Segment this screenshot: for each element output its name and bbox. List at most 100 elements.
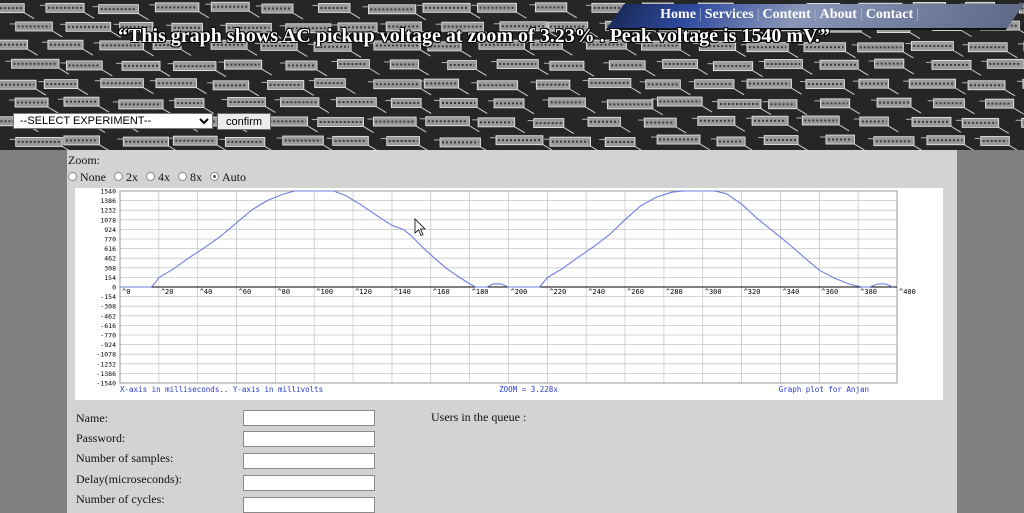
chip-shape bbox=[63, 96, 100, 107]
nav-separator: | bbox=[859, 7, 863, 22]
header-banner: Home | Services | Content | About | Contact | “Th… bbox=[0, 0, 1024, 150]
x-tick-label: ^140 bbox=[394, 288, 411, 296]
y-tick-label: -462 bbox=[100, 312, 116, 320]
cycles-input[interactable] bbox=[243, 497, 375, 513]
nav-separator: | bbox=[916, 7, 919, 22]
x-tick-label: ^320 bbox=[744, 288, 761, 296]
radio-selected-icon[interactable] bbox=[210, 172, 219, 181]
chip-shape bbox=[423, 78, 460, 89]
x-tick-label: ^20 bbox=[161, 288, 174, 296]
confirm-button[interactable]: confirm bbox=[217, 113, 271, 130]
chip-shape bbox=[535, 79, 571, 90]
y-tick-label: 308 bbox=[104, 264, 116, 272]
nav-services-link[interactable]: Services bbox=[705, 7, 754, 22]
cycles-label: Number of cycles: bbox=[76, 492, 165, 506]
radio-icon[interactable] bbox=[178, 172, 187, 181]
zoom-option-4x[interactable]: 4x bbox=[146, 170, 170, 184]
main-panel: Zoom: None 2x 4x 8x Auto 1540 1386 1232 107… bbox=[67, 150, 957, 513]
chip-shape bbox=[43, 79, 79, 90]
zoom-option-8x[interactable]: 8x bbox=[178, 170, 202, 184]
graph-description-headline: “This graph shows AC pickup voltage at z… bbox=[118, 25, 830, 47]
samples-label: Number of samples: bbox=[76, 451, 174, 465]
experiment-select[interactable]: --SELECT EXPERIMENT-- bbox=[13, 113, 213, 129]
name-label: Name: bbox=[76, 411, 108, 425]
y-tick-label: -1540 bbox=[96, 380, 116, 388]
x-tick-label: ^400 bbox=[899, 288, 916, 296]
y-tick-label: 770 bbox=[104, 236, 116, 244]
chip-shape bbox=[645, 79, 681, 90]
chip-shape bbox=[662, 59, 698, 69]
zoom-option-label: Auto bbox=[222, 170, 246, 184]
x-tick-label: ^160 bbox=[433, 288, 450, 296]
chip-shape bbox=[14, 97, 49, 108]
zoom-options: None 2x 4x 8x Auto bbox=[68, 170, 251, 185]
radio-icon[interactable] bbox=[114, 172, 123, 181]
graph-owner-caption: Graph plot for Anjan bbox=[779, 385, 869, 394]
chip-shape bbox=[763, 135, 799, 145]
y-tick-label: -1232 bbox=[96, 360, 116, 368]
y-tick-label: 616 bbox=[104, 245, 116, 253]
x-tick-label: ^280 bbox=[666, 288, 683, 296]
y-tick-label: -616 bbox=[100, 322, 116, 330]
nav-separator: | bbox=[756, 7, 760, 22]
x-tick-label: ^300 bbox=[705, 288, 722, 296]
x-tick-label: ^100 bbox=[316, 288, 333, 296]
zoom-option-2x[interactable]: 2x bbox=[114, 170, 138, 184]
chip-shape bbox=[549, 60, 585, 71]
zoom-label: Zoom: bbox=[68, 153, 100, 167]
x-tick-label: ^380 bbox=[860, 288, 877, 296]
zoom-option-label: None bbox=[80, 170, 106, 184]
x-tick-label: ^180 bbox=[472, 288, 489, 296]
radio-icon[interactable] bbox=[146, 172, 155, 181]
x-tick-label: ^200 bbox=[511, 288, 528, 296]
name-input[interactable] bbox=[243, 410, 375, 426]
chip-shape bbox=[47, 39, 84, 50]
y-tick-label: 1386 bbox=[100, 197, 116, 205]
zoom-option-none[interactable]: None bbox=[68, 170, 106, 184]
nav-separator: | bbox=[813, 7, 817, 22]
chip-shape bbox=[876, 97, 912, 108]
delay-input[interactable] bbox=[243, 475, 375, 491]
y-tick-label: -770 bbox=[100, 332, 116, 340]
x-tick-label: ^340 bbox=[782, 288, 799, 296]
x-tick-label: ^240 bbox=[588, 288, 605, 296]
zoom-option-auto[interactable]: Auto bbox=[210, 170, 246, 184]
y-tick-label: -154 bbox=[100, 293, 116, 301]
nav-home-link[interactable]: Home bbox=[660, 7, 696, 22]
zoom-option-label: 4x bbox=[158, 170, 170, 184]
nav-separator: | bbox=[698, 7, 702, 22]
samples-input[interactable] bbox=[243, 453, 375, 469]
nav-links: Home | Services | Content | About | Contact | bbox=[660, 7, 922, 23]
zoom-option-label: 2x bbox=[126, 170, 138, 184]
graph-axis-caption: X-axis in milliseconds.. Y-axis in milli… bbox=[120, 385, 323, 394]
graph-zoom-caption: ZOOM = 3.228x bbox=[499, 385, 558, 394]
y-tick-label: -308 bbox=[100, 303, 116, 311]
y-tick-label: 154 bbox=[104, 274, 116, 282]
password-label: Password: bbox=[76, 431, 126, 445]
y-tick-label: -1386 bbox=[96, 370, 116, 378]
delay-label: Delay(microseconds): bbox=[76, 472, 182, 486]
voltage-graph-svg: 15401386123210789247706164623081540-154-… bbox=[96, 188, 916, 394]
experiment-form: Name: Password: Number of samples: Delay… bbox=[67, 408, 957, 513]
zoom-option-label: 8x bbox=[190, 170, 202, 184]
password-input[interactable] bbox=[243, 431, 375, 447]
y-tick-label: 924 bbox=[104, 226, 116, 234]
x-tick-label: ^0 bbox=[122, 288, 130, 296]
y-tick-label: 0 bbox=[112, 284, 116, 292]
y-tick-label: -1078 bbox=[96, 351, 116, 359]
y-tick-label: 1540 bbox=[100, 188, 116, 196]
y-tick-label: 1078 bbox=[100, 216, 116, 224]
y-tick-label: 462 bbox=[104, 255, 116, 263]
x-tick-label: ^60 bbox=[239, 288, 252, 296]
x-tick-label: ^360 bbox=[821, 288, 838, 296]
y-tick-label: 1232 bbox=[100, 207, 116, 215]
y-tick-label: -924 bbox=[100, 341, 116, 349]
x-tick-label: ^120 bbox=[355, 288, 372, 296]
voltage-graph: 1540 1386 1232 1078 924 770 616 462 308 154 0 -154-… bbox=[75, 188, 943, 400]
x-tick-label: ^80 bbox=[277, 288, 290, 296]
nav-about-link[interactable]: About bbox=[820, 7, 857, 22]
radio-icon[interactable] bbox=[68, 172, 77, 181]
nav-content-link[interactable]: Content bbox=[763, 7, 811, 22]
x-tick-label: ^40 bbox=[200, 288, 213, 296]
nav-contact-link[interactable]: Contact bbox=[866, 7, 913, 22]
